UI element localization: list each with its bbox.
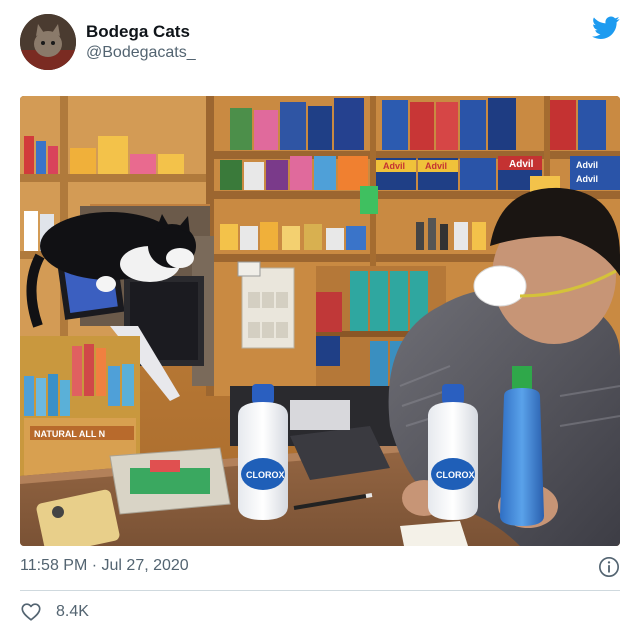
bottle-label: CLOROX — [436, 470, 475, 480]
bottle-label: CLOROX — [246, 470, 285, 480]
avatar[interactable] — [20, 14, 76, 70]
twitter-bird-icon[interactable] — [592, 16, 620, 40]
shelf-label: Advil — [509, 159, 534, 170]
tweet-photo[interactable]: Advil Advil Advil Advil Advil NATURAL AL… — [20, 96, 620, 546]
like-count: 8.4K — [56, 603, 89, 620]
tweet-card: Bodega Cats @Bodegacats_ Advil Advil Adv… — [0, 0, 640, 639]
shelf-label: Advil — [425, 161, 447, 171]
tweet-timestamp[interactable]: 11:58 PM · Jul 27, 2020 — [20, 557, 189, 575]
display-name[interactable]: Bodega Cats — [86, 22, 190, 42]
shelf-label: Advil — [576, 174, 598, 184]
user-handle[interactable]: @Bodegacats_ — [86, 44, 196, 62]
info-icon[interactable] — [598, 556, 620, 578]
shelf-label: Advil — [576, 160, 598, 170]
avatar-cat-image — [20, 14, 76, 70]
heart-icon[interactable] — [20, 601, 42, 623]
shelf-label: Advil — [383, 161, 405, 171]
divider — [20, 590, 620, 591]
box-label: NATURAL ALL N — [34, 429, 105, 439]
bodega-photo: Advil Advil Advil Advil Advil NATURAL AL… — [20, 96, 620, 546]
